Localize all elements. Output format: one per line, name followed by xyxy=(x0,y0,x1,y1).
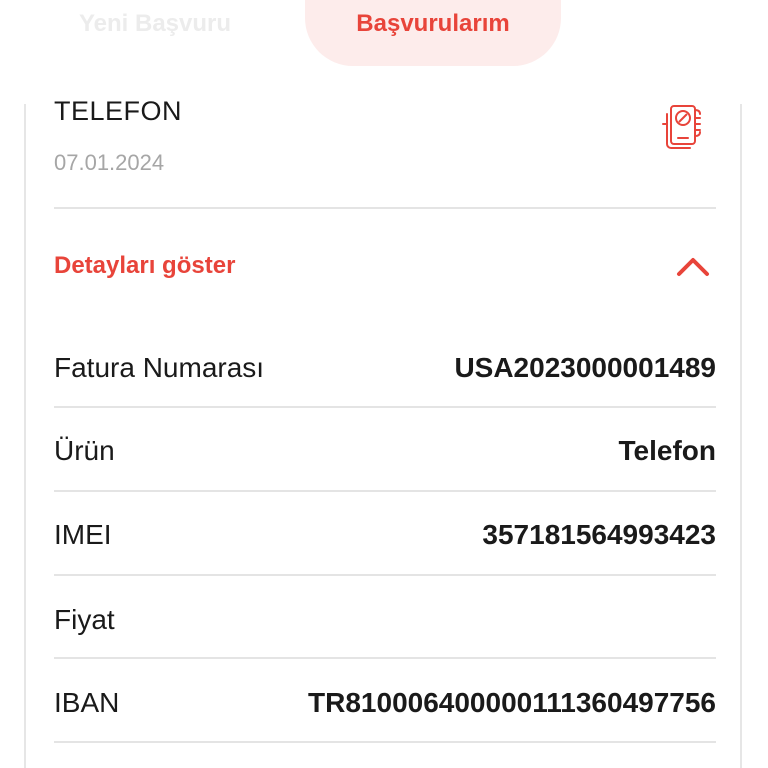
detail-row-price: Fiyat xyxy=(54,600,716,684)
detail-row-value: 357181564993423 xyxy=(482,519,716,550)
screen: Yeni Başvuru Başvurularım TELEFON 07.01.… xyxy=(0,0,768,768)
phone-check-icon xyxy=(662,105,701,149)
row-divider xyxy=(54,490,716,492)
detail-row-label: Fatura Numarası xyxy=(54,352,265,383)
detail-row-value: Telefon xyxy=(618,435,716,466)
detail-row-label: Fiyat xyxy=(54,604,115,635)
tab-new-application[interactable]: Yeni Başvuru xyxy=(50,0,260,48)
detail-row-label: Ürün xyxy=(54,435,115,466)
row-divider xyxy=(54,741,716,743)
row-divider xyxy=(54,406,716,408)
detail-row-label: IBAN xyxy=(54,687,120,718)
tab-bar: Yeni Başvuru Başvurularım xyxy=(0,0,768,70)
details-toggle-label: Detayları göster xyxy=(54,252,236,279)
details-toggle[interactable]: Detayları göster xyxy=(54,252,716,292)
detail-row-product: Ürün Telefon xyxy=(54,431,716,515)
detail-row-value: USA2023000001489 xyxy=(454,352,716,383)
detail-row-invoice-number: Fatura Numarası USA2023000001489 xyxy=(54,348,716,432)
application-date: 07.01.2024 xyxy=(54,150,165,175)
detail-row-value: TR810006400000111360497756 xyxy=(308,687,716,718)
chevron-up-icon[interactable] xyxy=(676,254,710,278)
application-title: TELEFON xyxy=(54,96,183,126)
detail-row-imei: IMEI 357181564993423 xyxy=(54,515,716,599)
application-card: TELEFON 07.01.2024 Detayları göster Fatu… xyxy=(24,96,742,768)
row-divider xyxy=(54,574,716,576)
tab-my-applications[interactable]: Başvurularım xyxy=(305,0,561,66)
tab-new-application-label: Yeni Başvuru xyxy=(78,10,232,37)
row-divider xyxy=(54,657,716,659)
header-divider xyxy=(54,207,716,209)
tab-my-applications-label: Başvurularım xyxy=(356,10,510,37)
detail-row-iban: IBAN TR810006400000111360497756 xyxy=(54,683,716,767)
detail-row-label: IMEI xyxy=(54,519,112,550)
